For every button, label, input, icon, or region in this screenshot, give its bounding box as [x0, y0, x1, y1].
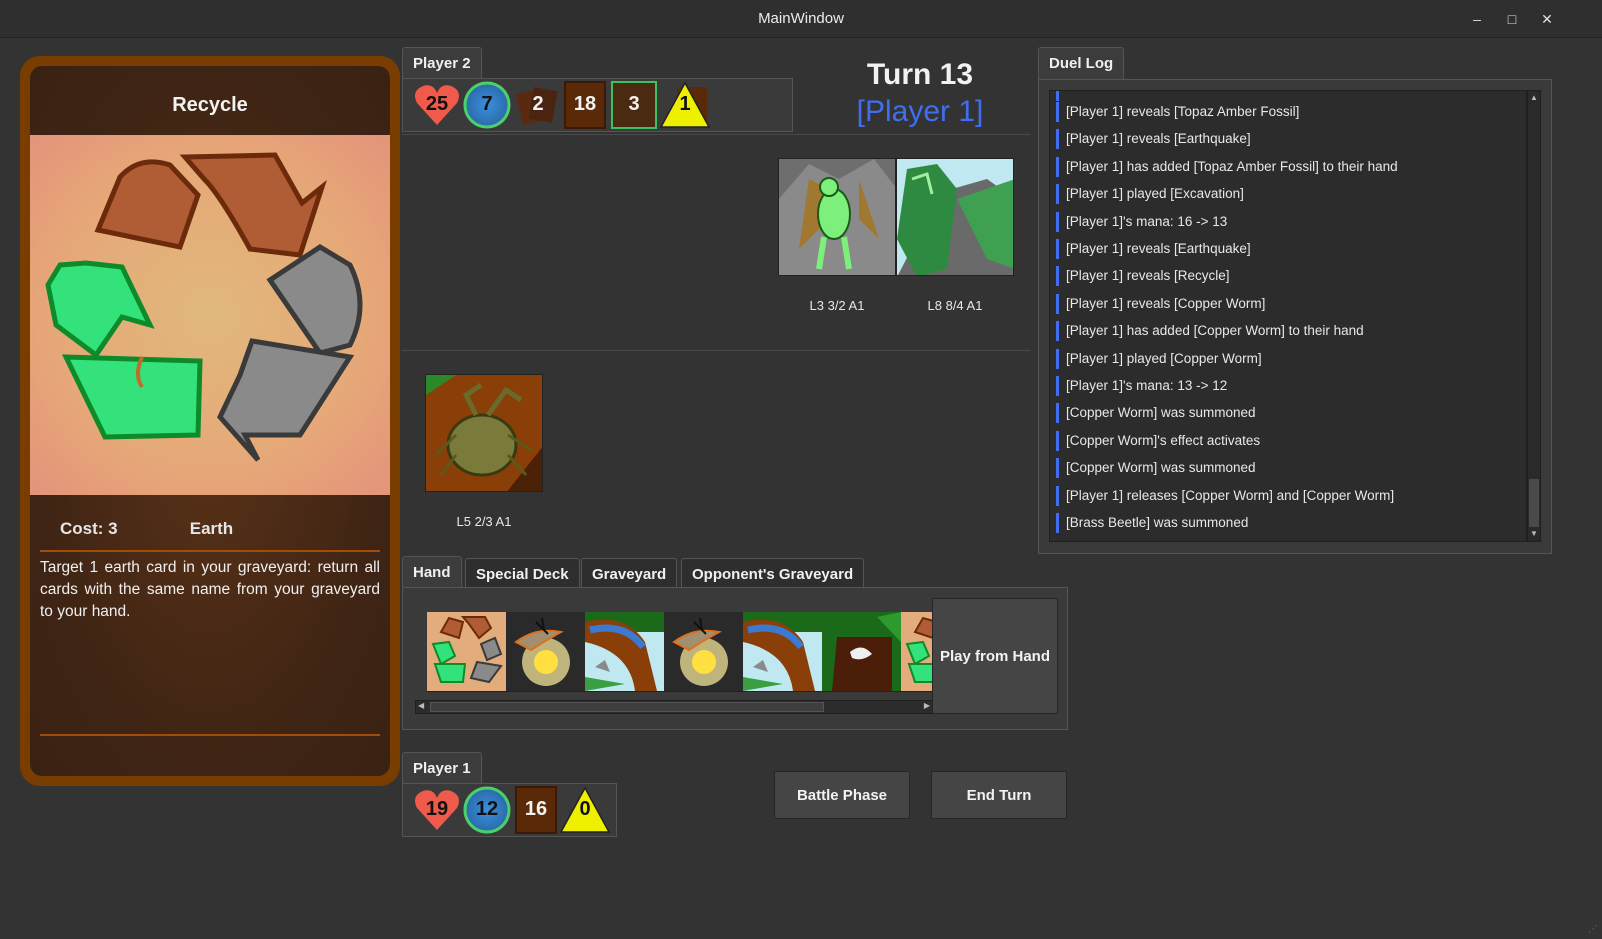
- player1-deck-count: 16: [524, 798, 548, 820]
- turn-title: Turn 13: [866, 58, 974, 91]
- dragon-art-icon: [897, 159, 1013, 275]
- firefly-card-icon: [506, 612, 585, 691]
- player2-warning-count: 1: [679, 93, 691, 115]
- card-effect-text: Target 1 earth card in your graveyard: r…: [40, 559, 380, 620]
- log-item: [Player 1]'s mana: 16 -> 13: [1056, 212, 1227, 232]
- close-button[interactable]: ✕: [1536, 8, 1558, 30]
- scrollbar-thumb[interactable]: [1529, 479, 1539, 527]
- scroll-left-icon[interactable]: ◀: [418, 701, 424, 710]
- hand-card-recycle[interactable]: [901, 612, 932, 691]
- hand-card-firefly[interactable]: [506, 612, 585, 691]
- opponent-monster-1-label: L3 3/2 A1: [809, 298, 865, 313]
- worm-card-icon: [743, 612, 822, 691]
- card-attribute: Earth: [189, 519, 234, 538]
- hand-card-recycle[interactable]: [427, 612, 506, 691]
- tab-player2[interactable]: Player 2: [402, 47, 482, 79]
- scroll-right-icon[interactable]: ▶: [924, 701, 930, 710]
- maximize-button[interactable]: □: [1501, 8, 1523, 30]
- hand-card-strip[interactable]: [427, 612, 932, 692]
- opponent-monster-2-label: L8 8/4 A1: [927, 298, 983, 313]
- player2-special-deck-count: 3: [628, 93, 640, 115]
- tab-player1[interactable]: Player 1: [402, 752, 482, 784]
- log-item: [Brass Beetle] was summoned: [1056, 513, 1248, 533]
- player1-life: 19: [425, 798, 449, 820]
- tree-card-icon: [822, 612, 901, 691]
- recycle-card-icon: [427, 612, 506, 691]
- firefly-card-icon: [664, 612, 743, 691]
- log-item: [Copper Worm] was summoned: [1056, 458, 1256, 478]
- log-item: [Player 1] played [Copper Worm]: [1056, 349, 1262, 369]
- log-item: [Player 1]'s mana: 13 -> 12: [1056, 376, 1227, 396]
- turn-player: [Player 1]: [856, 95, 984, 128]
- player1-info: 19 12 16 0: [402, 783, 617, 837]
- card-stats: Cost: 3 Earth: [60, 519, 233, 539]
- hand-scrollbar[interactable]: ◀ ▶: [415, 700, 933, 714]
- log-item-partial: [1056, 91, 1070, 101]
- hand-card-firefly[interactable]: [664, 612, 743, 691]
- duel-log-scrollbar[interactable]: ▲ ▼: [1527, 90, 1541, 542]
- log-item: [Player 1] has added [Copper Worm] to th…: [1056, 321, 1364, 341]
- duel-log-panel: [Player 1] reveals [Topaz Amber Fossil] …: [1038, 79, 1552, 554]
- hand-panel: ◀ ▶ Play from Hand: [413, 587, 1067, 730]
- window-title: MainWindow: [758, 10, 844, 27]
- log-item: [Player 1] reveals [Copper Worm]: [1056, 294, 1265, 314]
- log-item: [Player 1] reveals [Earthquake]: [1056, 239, 1251, 259]
- player2-info: 25 7 2 18 3 1: [402, 78, 793, 132]
- battle-phase-button[interactable]: Battle Phase: [774, 771, 910, 819]
- scroll-down-icon[interactable]: ▼: [1530, 529, 1538, 538]
- tab-special-deck[interactable]: Special Deck: [465, 558, 580, 588]
- opponent-monster-2[interactable]: [896, 158, 1014, 276]
- field-divider-middle: [402, 350, 1030, 351]
- player-monster-1-label: L5 2/3 A1: [456, 514, 512, 529]
- card-preview: Recycle Cost: 3 Earth Target 1 earth car…: [20, 56, 400, 786]
- log-item: [Player 1] reveals [Earthquake]: [1056, 129, 1251, 149]
- card-art: [30, 135, 390, 495]
- end-turn-button[interactable]: End Turn: [931, 771, 1067, 819]
- play-from-hand-button[interactable]: Play from Hand: [932, 598, 1058, 714]
- tab-hand[interactable]: Hand: [402, 556, 462, 588]
- player-monster-1[interactable]: [425, 374, 543, 492]
- resize-grip-icon[interactable]: ⋰: [1588, 924, 1598, 935]
- recycle-card-icon: [901, 612, 932, 691]
- log-item: [Copper Worm]'s effect activates: [1056, 431, 1260, 451]
- recycle-art-icon: [45, 152, 363, 462]
- duel-log-list[interactable]: [Player 1] reveals [Topaz Amber Fossil] …: [1049, 90, 1527, 542]
- hand-card-worm[interactable]: [585, 612, 664, 691]
- harpy-art-icon: [779, 159, 895, 275]
- hand-card-tree[interactable]: [822, 612, 901, 691]
- hand-scrollbar-thumb[interactable]: [430, 702, 824, 712]
- log-item: [Player 1] has added [Topaz Amber Fossil…: [1056, 157, 1398, 177]
- hand-card-worm[interactable]: [743, 612, 822, 691]
- main-area: Recycle Cost: 3 Earth Target 1 earth car…: [0, 38, 1602, 939]
- log-item: [Player 1] releases [Copper Worm] and [C…: [1056, 486, 1394, 506]
- worm-card-icon: [585, 612, 664, 691]
- player1-warning-count: 0: [579, 798, 591, 820]
- card-divider-bottom: [40, 734, 380, 736]
- card-cost: Cost: 3: [60, 519, 118, 538]
- player2-hand-count: 2: [532, 93, 544, 115]
- card-preview-inner: Recycle Cost: 3 Earth Target 1 earth car…: [30, 66, 390, 776]
- beetle-art-icon: [426, 375, 542, 491]
- minimize-button[interactable]: –: [1466, 8, 1488, 30]
- card-divider-top: [40, 550, 380, 552]
- opponent-monster-1[interactable]: [778, 158, 896, 276]
- tab-duel-log[interactable]: Duel Log: [1038, 47, 1125, 80]
- player2-mana: 7: [481, 93, 493, 115]
- log-item: [Player 1] played [Excavation]: [1056, 184, 1244, 204]
- player1-mana: 12: [475, 798, 499, 820]
- scroll-up-icon[interactable]: ▲: [1530, 93, 1538, 102]
- log-item: [Player 1] reveals [Recycle]: [1056, 266, 1230, 286]
- card-name: Recycle: [172, 94, 248, 116]
- log-item: [Player 1] reveals [Topaz Amber Fossil]: [1056, 102, 1299, 122]
- log-item: [Copper Worm] was summoned: [1056, 403, 1256, 423]
- field-divider: [402, 134, 1030, 135]
- window-titlebar: MainWindow – □ ✕: [0, 0, 1602, 38]
- tab-graveyard[interactable]: Graveyard: [581, 558, 678, 588]
- tab-opponent-graveyard[interactable]: Opponent's Graveyard: [681, 558, 865, 588]
- player2-life: 25: [425, 93, 449, 115]
- player2-deck-count: 18: [573, 93, 597, 115]
